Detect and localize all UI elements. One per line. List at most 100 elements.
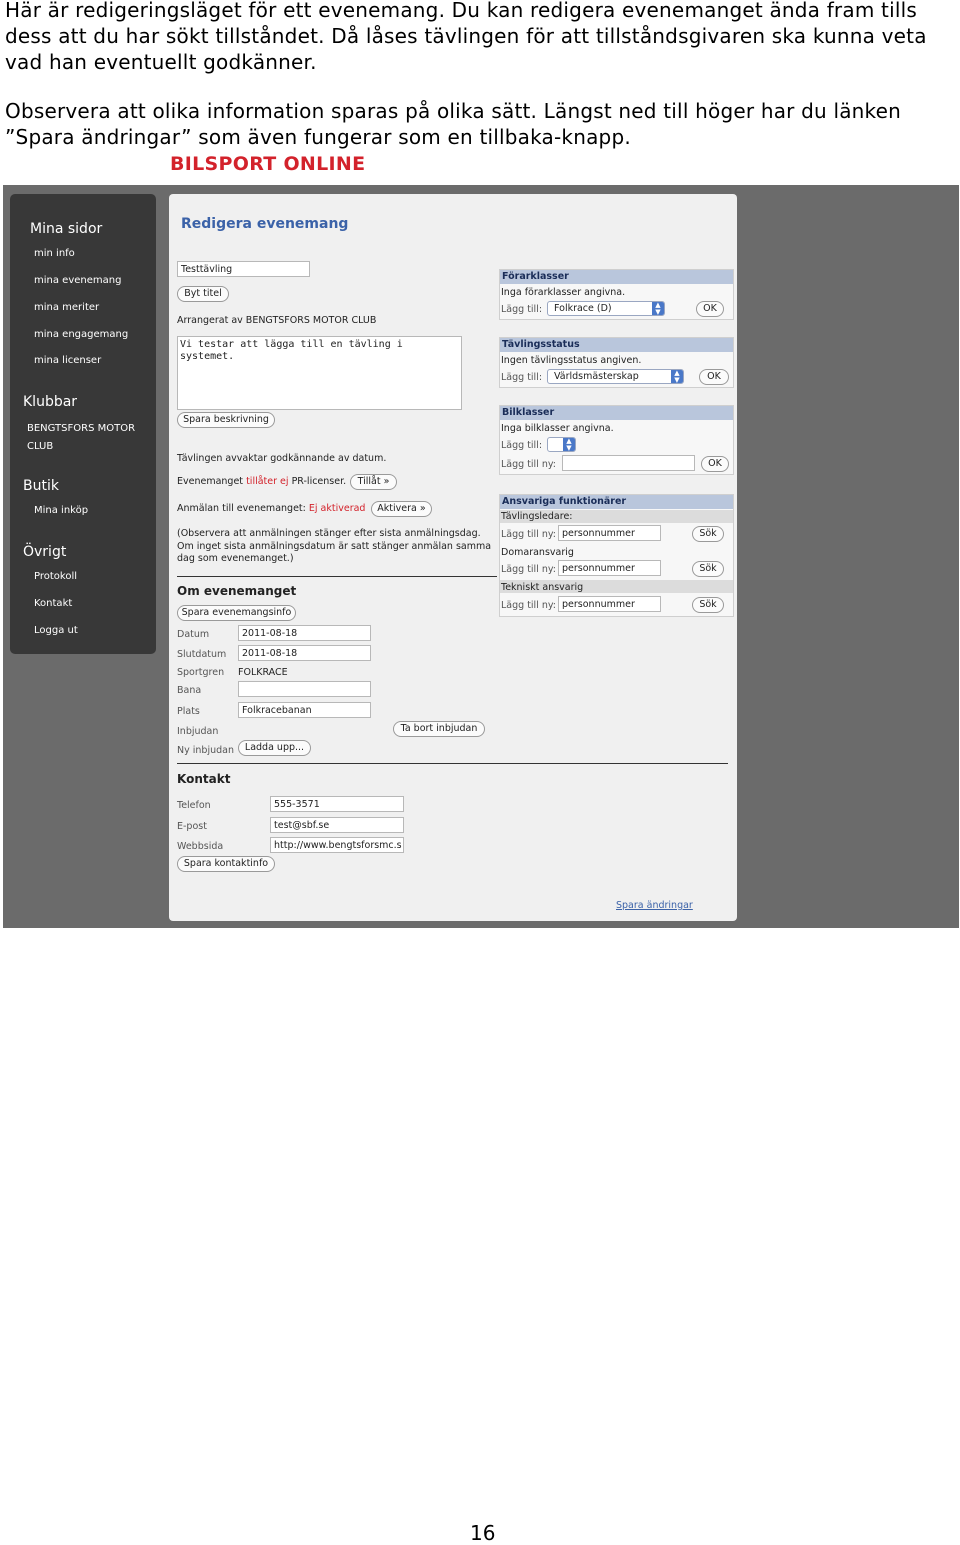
telefon-input[interactable]: 555-3571	[270, 796, 404, 812]
webbsida-input[interactable]: http://www.bengtsforsmc.s	[270, 837, 404, 853]
event-title-input[interactable]: Testtävling	[177, 261, 310, 277]
aktivera-button[interactable]: Aktivera »	[371, 501, 432, 517]
tavlingsstatus-add-label: Lägg till:	[501, 372, 543, 383]
bilklasser-status: Inga bilklasser angivna.	[501, 423, 614, 434]
epost-input[interactable]: test@sbf.se	[270, 817, 404, 833]
domaransvarig-personnummer-input[interactable]: personnummer	[558, 560, 661, 576]
divider	[177, 576, 497, 577]
tekniskt-ansvarig-personnummer-input[interactable]: personnummer	[558, 596, 661, 612]
tavlingsledare-sok-button[interactable]: Sök	[692, 526, 724, 542]
sidebar-heading-ovrigt: Övrigt	[23, 544, 67, 560]
role-name-tavlingsledare: Tävlingsledare:	[501, 511, 573, 522]
ansvariga-box: Ansvariga funktionärer Tävlingsledare: L…	[499, 494, 734, 617]
tavlingsledare-personnummer-input[interactable]: personnummer	[558, 525, 661, 541]
sidebar-item-mina-licenser[interactable]: mina licenser	[34, 355, 101, 366]
select-arrows-icon: ▲ ▼	[671, 370, 683, 383]
slutdatum-input[interactable]: 2011-08-18	[238, 645, 371, 661]
role-name-tekniskt-ansvarig: Tekniskt ansvarig	[501, 582, 584, 593]
bilklasser-select[interactable]: ▲ ▼	[547, 437, 576, 452]
role-add-label: Lägg till ny:	[501, 529, 557, 540]
page-title: Redigera evenemang	[181, 216, 349, 232]
tavlingsstatus-box: Tävlingsstatus Ingen tävlingsstatus angi…	[499, 337, 734, 388]
domaransvarig-sok-button[interactable]: Sök	[692, 561, 724, 577]
forarklasser-heading: Förarklasser	[500, 270, 733, 284]
role-add-label: Lägg till ny:	[501, 600, 557, 611]
description-textarea[interactable]: Vi testar att lägga till en tävling i sy…	[177, 336, 462, 410]
datum-label: Datum	[177, 629, 210, 640]
sidebar-heading-klubbar: Klubbar	[23, 394, 78, 410]
event-prefix: Evenemanget	[177, 476, 244, 487]
bilklasser-box: Bilklasser Inga bilklasser angivna. Lägg…	[499, 405, 734, 475]
tavlingsstatus-select[interactable]: Världsmästerskap ▲ ▼	[547, 369, 684, 384]
forarklasser-box: Förarklasser Inga förarklasser angivna. …	[499, 269, 734, 320]
spara-andringar-link[interactable]: Spara ändringar	[616, 900, 693, 911]
plats-label: Plats	[177, 706, 200, 717]
select-arrows-icon: ▲ ▼	[652, 302, 664, 315]
anmalan-prefix: Anmälan till evenemanget:	[177, 503, 306, 514]
bilklasser-ok-button[interactable]: OK	[701, 456, 729, 472]
plats-input[interactable]: Folkracebanan	[238, 702, 371, 718]
intro-paragraph-2: Observera att olika information sparas p…	[5, 99, 902, 149]
ladda-upp-button[interactable]: Ladda upp...	[238, 740, 311, 756]
sidebar-item-kontakt[interactable]: Kontakt	[34, 598, 72, 609]
webbsida-label: Webbsida	[177, 841, 224, 852]
spara-evenemangsinfo-button[interactable]: Spara evenemangsinfo	[177, 605, 296, 621]
tavlingsstatus-selected: Världsmästerskap	[554, 371, 639, 382]
arranger-text: Arrangerat av BENGTSFORS MOTOR CLUB	[177, 315, 377, 326]
forarklasser-select[interactable]: Folkrace (D) ▲ ▼	[547, 301, 665, 316]
sportgren-value: FOLKRACE	[238, 667, 288, 678]
spara-kontaktinfo-button[interactable]: Spara kontaktinfo	[177, 856, 275, 872]
role-name-domaransvarig: Domaransvarig	[501, 547, 574, 558]
sidebar-item-mina-evenemang[interactable]: mina evenemang	[34, 275, 121, 286]
telefon-label: Telefon	[177, 800, 211, 811]
intro-paragraph-1: Här är redigeringsläget för ett eveneman…	[5, 0, 927, 74]
kontakt-heading: Kontakt	[177, 772, 231, 786]
anmalan-note: (Observera att anmälningen stänger efter…	[177, 528, 492, 564]
datum-input[interactable]: 2011-08-18	[238, 625, 371, 641]
ansvariga-heading: Ansvariga funktionärer	[500, 495, 733, 509]
bana-input[interactable]	[238, 681, 371, 697]
inbjudan-label: Inbjudan	[177, 726, 219, 737]
anmalan-status: Ej aktiverad	[308, 503, 366, 514]
role-add-label: Lägg till ny:	[501, 564, 557, 575]
sidebar-item-min-info[interactable]: min info	[34, 248, 75, 259]
forarklasser-ok-button[interactable]: OK	[696, 301, 724, 317]
ta-bort-inbjudan-button[interactable]: Ta bort inbjudan	[393, 721, 485, 737]
ny-inbjudan-label: Ny inbjudan	[177, 745, 234, 756]
pr-license-line: Evenemanget tillåter ej PR-licenser.	[177, 476, 346, 487]
page-number: 16	[470, 1521, 496, 1545]
bilklasser-new-label: Lägg till ny:	[501, 459, 557, 470]
bilklasser-add-label: Lägg till:	[501, 440, 543, 451]
screenshot: Mina sidor min info mina evenemang mina …	[3, 185, 959, 928]
sidebar-item-protokoll[interactable]: Protokoll	[34, 571, 77, 582]
bilsport-logo: BILSPORT ONLINE	[170, 153, 366, 175]
pr-license-status: tillåter ej	[246, 476, 289, 487]
select-arrows-icon: ▲ ▼	[563, 438, 575, 451]
tillat-button[interactable]: Tillåt »	[350, 474, 397, 490]
anmalan-line: Anmälan till evenemanget: Ej aktiverad	[177, 503, 365, 514]
sidebar-item-mina-engagemang[interactable]: mina engagemang	[34, 329, 128, 340]
tekniskt-ansvarig-sok-button[interactable]: Sök	[692, 597, 724, 613]
epost-label: E-post	[177, 821, 207, 832]
forarklasser-add-label: Lägg till:	[501, 304, 543, 315]
sidebar-item-logga-ut[interactable]: Logga ut	[34, 625, 78, 636]
event-suffix: PR-licenser.	[291, 476, 347, 487]
sidebar-item-mina-meriter[interactable]: mina meriter	[34, 302, 99, 313]
byt-titel-button[interactable]: Byt titel	[177, 286, 229, 302]
forarklasser-selected: Folkrace (D)	[554, 303, 612, 314]
bana-label: Bana	[177, 685, 202, 696]
sidebar-item-club[interactable]: BENGTSFORS MOTOR CLUB	[27, 420, 147, 456]
tavlingsstatus-heading: Tävlingsstatus	[500, 338, 733, 352]
bilklasser-new-input[interactable]	[562, 455, 695, 471]
sidebar-heading-mina-sidor: Mina sidor	[30, 221, 103, 237]
forarklasser-status: Inga förarklasser angivna.	[501, 287, 626, 298]
sidebar-item-mina-inkop[interactable]: Mina inköp	[34, 505, 88, 516]
spara-beskrivning-button[interactable]: Spara beskrivning	[177, 412, 275, 428]
edit-panel: Redigera evenemang Testtävling Byt titel…	[169, 194, 737, 921]
slutdatum-label: Slutdatum	[177, 649, 227, 660]
bilklasser-heading: Bilklasser	[500, 406, 733, 420]
tavlingsstatus-status: Ingen tävlingsstatus angiven.	[501, 355, 642, 366]
om-evenemanget-heading: Om evenemanget	[177, 584, 297, 598]
awaiting-text: Tävlingen avvaktar godkännande av datum.	[177, 453, 387, 464]
tavlingsstatus-ok-button[interactable]: OK	[699, 369, 729, 385]
